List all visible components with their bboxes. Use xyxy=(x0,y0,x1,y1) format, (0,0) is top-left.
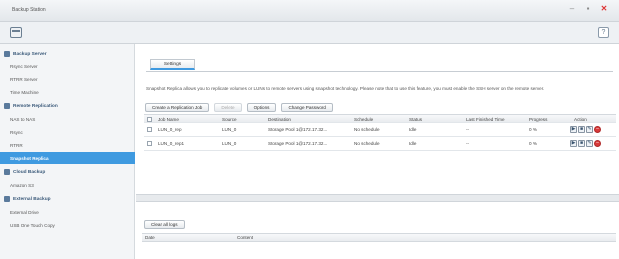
cell-destination: Storage Pool 1@172.17.32... xyxy=(268,127,328,132)
tab-settings[interactable]: Settings xyxy=(150,59,195,70)
description-text: Snapshot Replica allows you to replicate… xyxy=(146,86,545,91)
sidebar: Backup Server Rsync Server RTRR Server T… xyxy=(0,44,135,259)
sidebar-item-label: Cloud Backup xyxy=(13,169,46,175)
start-icon[interactable]: ▶ xyxy=(570,140,577,147)
server-icon xyxy=(4,51,10,57)
sidebar-item-label: External Drive xyxy=(10,209,39,215)
sidebar-item-usb-one-touch-copy[interactable]: USB One Touch Copy xyxy=(0,219,135,231)
sidebar-item-rtrr-server[interactable]: RTRR Server xyxy=(0,73,135,85)
minimize-button[interactable]: – xyxy=(567,4,577,14)
sidebar-item-label: External Backup xyxy=(13,196,51,202)
change-password-button[interactable]: Change Password xyxy=(281,103,333,112)
cloud-icon xyxy=(4,169,10,175)
cell-destination: Storage Pool 1@172.17.32... xyxy=(268,141,328,146)
edit-icon[interactable]: ✎ xyxy=(586,126,593,133)
sidebar-item-amazon-s3[interactable]: Amazon S3 xyxy=(0,179,135,191)
window-menu-icon[interactable] xyxy=(10,27,22,38)
window-title: Backup Station xyxy=(12,7,46,13)
sidebar-item-label: Backup Server xyxy=(13,51,47,57)
sidebar-section-backup-server[interactable]: Backup Server xyxy=(0,48,135,60)
sidebar-item-rsync-server[interactable]: Rsync Server xyxy=(0,60,135,72)
cell-schedule: No schedule xyxy=(354,141,380,146)
stop-icon[interactable]: ■ xyxy=(578,126,585,133)
main-panel: Settings Snapshot Replica allows you to … xyxy=(136,44,619,259)
toolbar: ? xyxy=(0,22,619,44)
log-table-header: Date Content xyxy=(142,233,616,242)
sidebar-item-label: Snapshot Replica xyxy=(10,155,49,161)
tab-divider xyxy=(146,71,613,72)
log-header-content[interactable]: Content xyxy=(237,234,253,242)
help-icon[interactable]: ? xyxy=(598,27,609,38)
cell-schedule: No schedule xyxy=(354,127,380,132)
start-icon[interactable]: ▶ xyxy=(570,126,577,133)
cell-last-finished: -- xyxy=(466,141,470,146)
replication-job-table: Job Name Source Destination Schedule Sta… xyxy=(144,114,616,151)
clear-all-logs-button[interactable]: Clear all logs xyxy=(144,220,185,229)
sidebar-item-label: Amazon S3 xyxy=(10,182,34,188)
sidebar-section-remote-replication[interactable]: Remote Replication xyxy=(0,100,135,112)
sidebar-section-cloud-backup[interactable]: Cloud Backup xyxy=(0,166,135,178)
create-replication-job-button[interactable]: Create a Replication Job xyxy=(145,103,210,112)
stop-icon[interactable]: ■ xyxy=(578,140,585,147)
select-all-checkbox[interactable] xyxy=(147,117,152,122)
title-bar: Backup Station – ▪ ✕ xyxy=(0,0,619,22)
cell-progress: 0 % xyxy=(529,127,537,132)
delete-icon[interactable]: – xyxy=(594,126,601,133)
panel-splitter[interactable] xyxy=(136,194,619,202)
replication-icon xyxy=(4,103,10,109)
delete-icon[interactable]: – xyxy=(594,140,601,147)
window-controls: – ▪ ✕ xyxy=(567,4,609,14)
sidebar-item-label: Rsync Server xyxy=(10,63,38,69)
cell-job-name: LUN_0_rep xyxy=(158,127,182,132)
sidebar-item-label: Remote Replication xyxy=(13,103,58,109)
delete-button[interactable]: Delete xyxy=(214,103,242,112)
cell-source: LUN_0 xyxy=(222,127,237,132)
sidebar-item-label: Time Machine xyxy=(10,89,39,95)
table-row[interactable]: LUN_0_rep1 LUN_0 Storage Pool 1@172.17.3… xyxy=(144,137,616,151)
sidebar-item-label: RTRR Server xyxy=(10,76,38,82)
sidebar-item-nas-to-nas[interactable]: NAS to NAS xyxy=(0,113,135,125)
sidebar-section-external-backup[interactable]: External Backup xyxy=(0,193,135,205)
cell-job-name: LUN_0_rep1 xyxy=(158,141,185,146)
row-actions: ▶ ■ ✎ – xyxy=(570,126,601,133)
edit-icon[interactable]: ✎ xyxy=(586,140,593,147)
sidebar-item-snapshot-replica[interactable]: Snapshot Replica xyxy=(0,152,135,164)
sidebar-item-label: Rsync xyxy=(10,129,23,135)
sidebar-item-label: NAS to NAS xyxy=(10,116,36,122)
log-header-date[interactable]: Date xyxy=(145,234,155,242)
cell-status: Idle xyxy=(409,127,417,132)
row-checkbox[interactable] xyxy=(147,127,152,132)
cell-source: LUN_0 xyxy=(222,141,237,146)
close-button[interactable]: ✕ xyxy=(599,4,609,14)
sidebar-item-rsync[interactable]: Rsync xyxy=(0,126,135,138)
cell-progress: 0 % xyxy=(529,141,537,146)
maximize-button[interactable]: ▪ xyxy=(583,4,593,14)
cell-status: Idle xyxy=(409,141,417,146)
sidebar-item-label: RTRR xyxy=(10,142,23,148)
sidebar-item-label: USB One Touch Copy xyxy=(10,222,55,228)
cell-last-finished: -- xyxy=(466,127,470,132)
options-button[interactable]: Options xyxy=(246,103,277,112)
table-header-row: Job Name Source Destination Schedule Sta… xyxy=(144,114,616,123)
sidebar-item-external-drive[interactable]: External Drive xyxy=(0,206,135,218)
row-checkbox[interactable] xyxy=(147,141,152,146)
job-button-row: Create a Replication Job Delete Options … xyxy=(145,103,333,112)
sidebar-item-time-machine[interactable]: Time Machine xyxy=(0,86,135,98)
sidebar-item-rtrr[interactable]: RTRR xyxy=(0,139,135,151)
table-row[interactable]: LUN_0_rep LUN_0 Storage Pool 1@172.17.32… xyxy=(144,123,616,137)
row-actions: ▶ ■ ✎ – xyxy=(570,140,601,147)
usb-icon xyxy=(4,196,10,202)
